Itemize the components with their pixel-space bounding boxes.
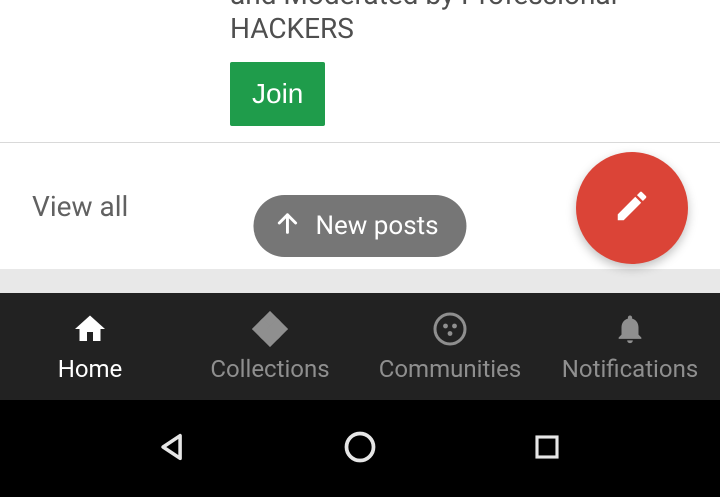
arrow-up-icon [273,209,301,244]
pencil-icon [613,187,651,229]
community-description: and Moderated by Professional HACKERS [230,0,690,46]
circle-home-icon [342,429,378,469]
tab-notifications-label: Notifications [562,355,698,383]
communities-icon [432,311,468,347]
nav-recents-button[interactable] [527,429,567,469]
community-card: and Moderated by Professional HACKERS Jo… [0,0,720,142]
nav-back-button[interactable] [153,429,193,469]
tab-communities-label: Communities [379,355,522,383]
android-nav-bar [0,400,720,497]
tab-collections[interactable]: Collections [180,293,360,400]
tab-communities[interactable]: Communities [360,293,540,400]
join-button[interactable]: Join [230,62,325,126]
community-card-body: and Moderated by Professional HACKERS Jo… [160,0,720,126]
collections-icon [252,311,288,347]
compose-fab[interactable] [576,152,688,264]
tab-home[interactable]: Home [0,293,180,400]
community-description-line: and Moderated by Professional [230,0,617,11]
bottom-tab-bar: Home Collections Communities Notificatio… [0,293,720,400]
section-gap [0,269,720,293]
bell-icon [613,311,647,347]
triangle-back-icon [156,430,190,468]
new-posts-pill[interactable]: New posts [253,195,466,257]
square-recents-icon [532,432,562,466]
tab-home-label: Home [58,355,123,383]
join-button-label: Join [252,78,303,110]
community-description-line: HACKERS [230,12,354,45]
tab-collections-label: Collections [210,355,329,383]
nav-home-button[interactable] [340,429,380,469]
home-icon [72,311,108,347]
tab-notifications[interactable]: Notifications [540,293,720,400]
new-posts-label: New posts [315,211,438,241]
view-all-label: View all [32,190,128,223]
